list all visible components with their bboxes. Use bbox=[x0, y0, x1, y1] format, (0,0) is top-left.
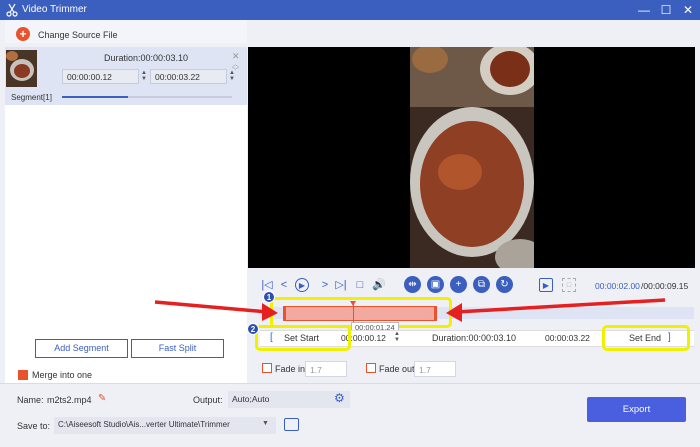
segment-label: Segment[1] bbox=[11, 93, 52, 102]
end-time-field[interactable]: 00:00:03.22 bbox=[541, 330, 601, 346]
name-value: m2ts2.mp4 bbox=[47, 395, 92, 405]
window-title: Video Trimmer bbox=[22, 4, 87, 15]
play-icon[interactable]: ▶ bbox=[295, 278, 309, 292]
segment-bar-fill bbox=[62, 96, 128, 98]
snapshot-icon[interactable]: ▣ bbox=[427, 276, 444, 293]
skip-end-icon[interactable]: ▷| bbox=[334, 278, 348, 292]
merge-label: Merge into one bbox=[32, 370, 93, 380]
volume-icon[interactable]: 🔊 bbox=[372, 278, 386, 292]
save-path-field[interactable]: C:\Aiseesoft Studio\Ais...verter Ultimat… bbox=[54, 417, 276, 434]
split-icon[interactable]: ⇹ bbox=[404, 276, 421, 293]
set-end-highlight bbox=[602, 325, 690, 351]
trim-duration: Duration:00:00:03.10 bbox=[432, 333, 517, 343]
video-frame bbox=[410, 47, 534, 268]
folder-icon[interactable] bbox=[284, 418, 299, 431]
fast-split-button[interactable]: Fast Split bbox=[131, 339, 224, 358]
stop-icon[interactable]: □ bbox=[353, 278, 367, 292]
fade-out-checkbox[interactable] bbox=[366, 363, 376, 373]
fade-out-field[interactable]: 1.7 bbox=[414, 361, 456, 377]
trim-start-stepper[interactable]: ▲ ▼ bbox=[394, 331, 401, 343]
fade-out-label: Fade out bbox=[379, 364, 415, 374]
fade-in-checkbox[interactable] bbox=[262, 363, 272, 373]
segment-start-field[interactable]: 00:00:00.12 bbox=[62, 69, 139, 84]
name-label: Name: bbox=[17, 395, 44, 405]
loop-icon[interactable]: □ bbox=[562, 278, 576, 292]
save-to-label: Save to: bbox=[17, 421, 51, 431]
chevron-down-icon[interactable]: ▼ bbox=[262, 420, 269, 427]
reset-icon[interactable]: ↻ bbox=[496, 276, 513, 293]
merge-checkbox[interactable] bbox=[18, 370, 28, 380]
add-segment-button[interactable]: Add Segment bbox=[35, 339, 128, 358]
play-selection-icon[interactable]: ▶ bbox=[539, 278, 553, 292]
start-stepper[interactable]: ▲ ▼ bbox=[141, 70, 148, 82]
title-bar: Video Trimmer — ☐ ✕ bbox=[0, 0, 700, 20]
next-frame-icon[interactable]: > bbox=[318, 278, 332, 292]
edit-icon[interactable]: ✎ bbox=[98, 393, 106, 404]
annotation-badge-2: 2 bbox=[247, 323, 259, 335]
annotation-arrows bbox=[154, 298, 666, 322]
segment-thumbnail bbox=[6, 50, 37, 87]
change-source-button[interactable]: Change Source File bbox=[38, 30, 118, 40]
segment-duration: Duration:00:00:03.10 bbox=[104, 53, 189, 63]
maximize-button[interactable]: ☐ bbox=[658, 2, 674, 18]
add-icon[interactable]: + bbox=[16, 27, 30, 41]
current-time: 00:00:02.00 bbox=[595, 281, 640, 291]
output-format-field[interactable]: Auto;Auto bbox=[228, 391, 350, 408]
prev-frame-icon[interactable]: < bbox=[277, 278, 291, 292]
fade-in-label: Fade in bbox=[275, 364, 306, 374]
segment-end-field[interactable]: 00:00:03.22 bbox=[150, 69, 227, 84]
fade-in-field[interactable]: 1.7 bbox=[305, 361, 347, 377]
minimize-button[interactable]: — bbox=[636, 2, 652, 18]
add-icon[interactable]: + bbox=[450, 276, 467, 293]
scissors-icon bbox=[6, 3, 18, 17]
reorder-icon[interactable]: ︿ ﹀ bbox=[232, 61, 239, 75]
export-button[interactable]: Export bbox=[587, 397, 686, 422]
gear-icon[interactable]: ⚙ bbox=[334, 391, 345, 405]
set-start-highlight bbox=[255, 325, 351, 351]
total-time: /00:00:09.15 bbox=[641, 281, 689, 291]
close-button[interactable]: ✕ bbox=[680, 2, 696, 18]
skip-start-icon[interactable]: |◁ bbox=[260, 278, 274, 292]
copy-icon[interactable]: ⧉ bbox=[473, 276, 490, 293]
output-label: Output: bbox=[193, 395, 223, 405]
